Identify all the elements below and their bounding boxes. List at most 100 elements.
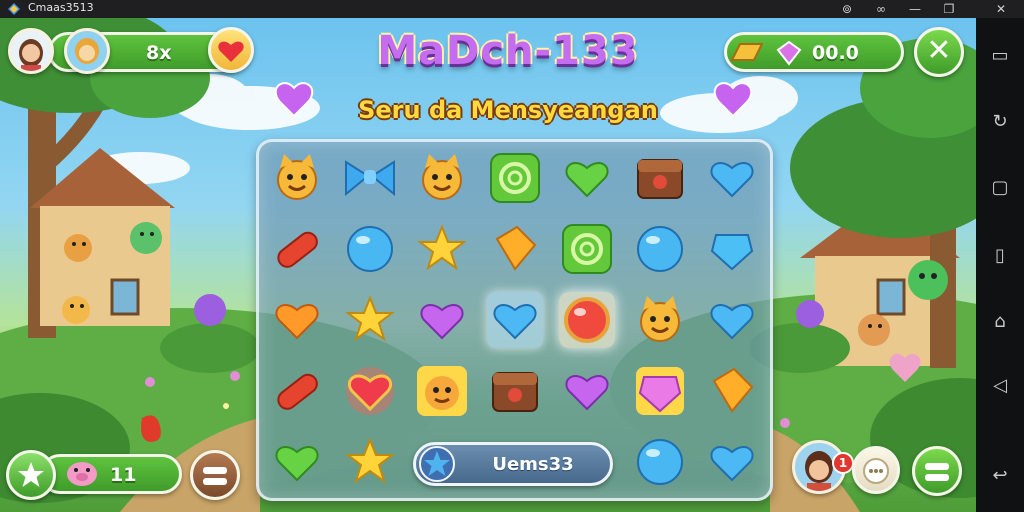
board-tile-blue-heart[interactable] bbox=[487, 292, 543, 348]
player-avatar[interactable] bbox=[8, 28, 54, 74]
board-tile-red-orb[interactable] bbox=[559, 292, 615, 348]
green-heart-icon bbox=[275, 446, 319, 482]
settings-icon[interactable]: ⊚ bbox=[838, 1, 856, 17]
board-tile-blue-heart[interactable] bbox=[704, 292, 760, 348]
board-tile-orange-gem[interactable] bbox=[704, 363, 760, 419]
game-subtitle: Seru da Mensyeangan bbox=[358, 96, 658, 124]
blue-gem-icon bbox=[710, 234, 754, 271]
yellow-cat-icon bbox=[417, 366, 467, 416]
board-tile-green-heart[interactable] bbox=[559, 150, 615, 206]
emulator-sidebar: ▭ ↻ ▢ ▯ ⌂ ◁ ↩ bbox=[976, 18, 1024, 512]
menu-button[interactable] bbox=[190, 450, 240, 500]
board-tile-yellow-star[interactable] bbox=[342, 434, 398, 490]
brown-chest-icon bbox=[492, 372, 538, 412]
screenshot-icon[interactable]: ▢ bbox=[988, 176, 1012, 200]
return-icon[interactable]: ↩ bbox=[988, 464, 1012, 488]
board-tile-blue-orb[interactable] bbox=[632, 434, 688, 490]
red-jellybean-icon bbox=[277, 231, 318, 268]
board-tile-red-jellybean[interactable] bbox=[269, 221, 325, 277]
board-tile-green-swirl[interactable] bbox=[559, 221, 615, 277]
board-tile-brown-chest[interactable] bbox=[632, 150, 688, 206]
close-game-button[interactable]: ✕ bbox=[914, 27, 964, 77]
red-jellybean-icon bbox=[277, 373, 318, 410]
back-icon[interactable]: ◁ bbox=[988, 374, 1012, 398]
board-tile-blue-heart[interactable] bbox=[704, 150, 760, 206]
green-swirl-icon bbox=[562, 224, 612, 274]
pet-counter-value: 11 bbox=[110, 464, 137, 486]
chat-icon bbox=[863, 458, 889, 484]
rotate-icon[interactable]: ↻ bbox=[988, 110, 1012, 134]
equals-icon bbox=[925, 463, 949, 481]
chat-button[interactable] bbox=[852, 446, 900, 494]
board-tile-purple-heart[interactable] bbox=[414, 292, 470, 348]
board-tile-brown-chest[interactable] bbox=[487, 363, 543, 419]
brown-chest-icon bbox=[637, 159, 683, 199]
board-bottom-bar[interactable]: Uems33 bbox=[413, 442, 613, 486]
blue-heart-icon bbox=[710, 162, 754, 198]
board-tile-blue-gem[interactable] bbox=[704, 221, 760, 277]
board-tile-red-heart-gem[interactable] bbox=[342, 363, 398, 419]
red-heart-gem-icon bbox=[346, 367, 394, 415]
yellow-star-icon bbox=[345, 437, 395, 484]
game-title: MaDch-133 bbox=[377, 28, 639, 74]
orange-gem-icon bbox=[495, 225, 537, 271]
board-tile-pink-square-gem[interactable] bbox=[632, 363, 688, 419]
recent-apps-icon[interactable]: ▯ bbox=[988, 244, 1012, 268]
friend-avatar[interactable] bbox=[64, 28, 110, 74]
minimize-icon[interactable]: — bbox=[906, 1, 924, 17]
gold-bar-icon bbox=[730, 43, 764, 61]
board-tile-blue-orb[interactable] bbox=[632, 221, 688, 277]
board-tile-yellow-star[interactable] bbox=[414, 221, 470, 277]
keyboard-icon[interactable]: ▭ bbox=[988, 44, 1012, 68]
window-title: Cmaas3513 bbox=[28, 1, 94, 14]
heart-icon bbox=[218, 41, 244, 62]
window-titlebar: Cmaas3513 ⊚ ∞ — ❐ ✕ bbox=[0, 0, 1024, 18]
board-tile-green-heart[interactable] bbox=[269, 434, 325, 490]
currency-value: 00.0 bbox=[812, 42, 859, 64]
gamepad-icon[interactable]: ∞ bbox=[872, 1, 890, 17]
close-icon: ✕ bbox=[926, 33, 952, 68]
purple-heart-icon bbox=[565, 375, 609, 411]
cat-face-icon bbox=[640, 296, 680, 342]
blue-heart-icon bbox=[710, 304, 754, 340]
blue-orb-icon bbox=[347, 226, 393, 272]
star-burst-icon bbox=[18, 462, 44, 487]
options-button[interactable] bbox=[912, 446, 962, 496]
close-icon[interactable]: ✕ bbox=[992, 1, 1010, 17]
pig-pet-icon bbox=[67, 462, 97, 486]
notification-badge: 1 bbox=[832, 452, 854, 474]
board-tile-blue-heart[interactable] bbox=[704, 434, 760, 490]
menu-icon bbox=[203, 467, 227, 485]
red-orb-icon bbox=[564, 297, 610, 343]
blue-orb-icon bbox=[637, 439, 683, 485]
board-tile-red-jellybean[interactable] bbox=[269, 363, 325, 419]
app-logo-icon bbox=[8, 3, 20, 15]
board-tile-green-swirl[interactable] bbox=[487, 150, 543, 206]
cat-face-icon bbox=[277, 154, 317, 200]
board-tile-cat-face[interactable] bbox=[269, 150, 325, 206]
board-tile-blue-bowtie[interactable] bbox=[342, 150, 398, 206]
gem-icon bbox=[776, 40, 802, 66]
cat-face-icon bbox=[422, 154, 462, 200]
board-tile-purple-heart[interactable] bbox=[559, 363, 615, 419]
blue-heart-icon bbox=[493, 304, 537, 340]
pink-square-gem-icon bbox=[636, 367, 684, 415]
board-tile-cat-face[interactable] bbox=[632, 292, 688, 348]
orange-heart-icon bbox=[275, 304, 319, 340]
orange-gem-icon bbox=[712, 367, 754, 413]
board-tile-yellow-cat[interactable] bbox=[414, 363, 470, 419]
player-score-label: 8x bbox=[146, 42, 172, 64]
board-tile-orange-heart[interactable] bbox=[269, 292, 325, 348]
green-swirl-icon bbox=[490, 153, 540, 203]
board-tile-orange-gem[interactable] bbox=[487, 221, 543, 277]
home-icon[interactable]: ⌂ bbox=[988, 310, 1012, 334]
board-tile-yellow-star[interactable] bbox=[342, 292, 398, 348]
yellow-star-icon bbox=[345, 295, 395, 342]
board-tile-cat-face[interactable] bbox=[414, 150, 470, 206]
restore-icon[interactable]: ❐ bbox=[940, 1, 958, 17]
lives-button[interactable] bbox=[208, 27, 254, 73]
yellow-star-icon bbox=[417, 224, 467, 271]
star-burst-button[interactable] bbox=[6, 450, 56, 500]
blue-bowtie-icon bbox=[345, 160, 395, 197]
board-tile-blue-orb[interactable] bbox=[342, 221, 398, 277]
